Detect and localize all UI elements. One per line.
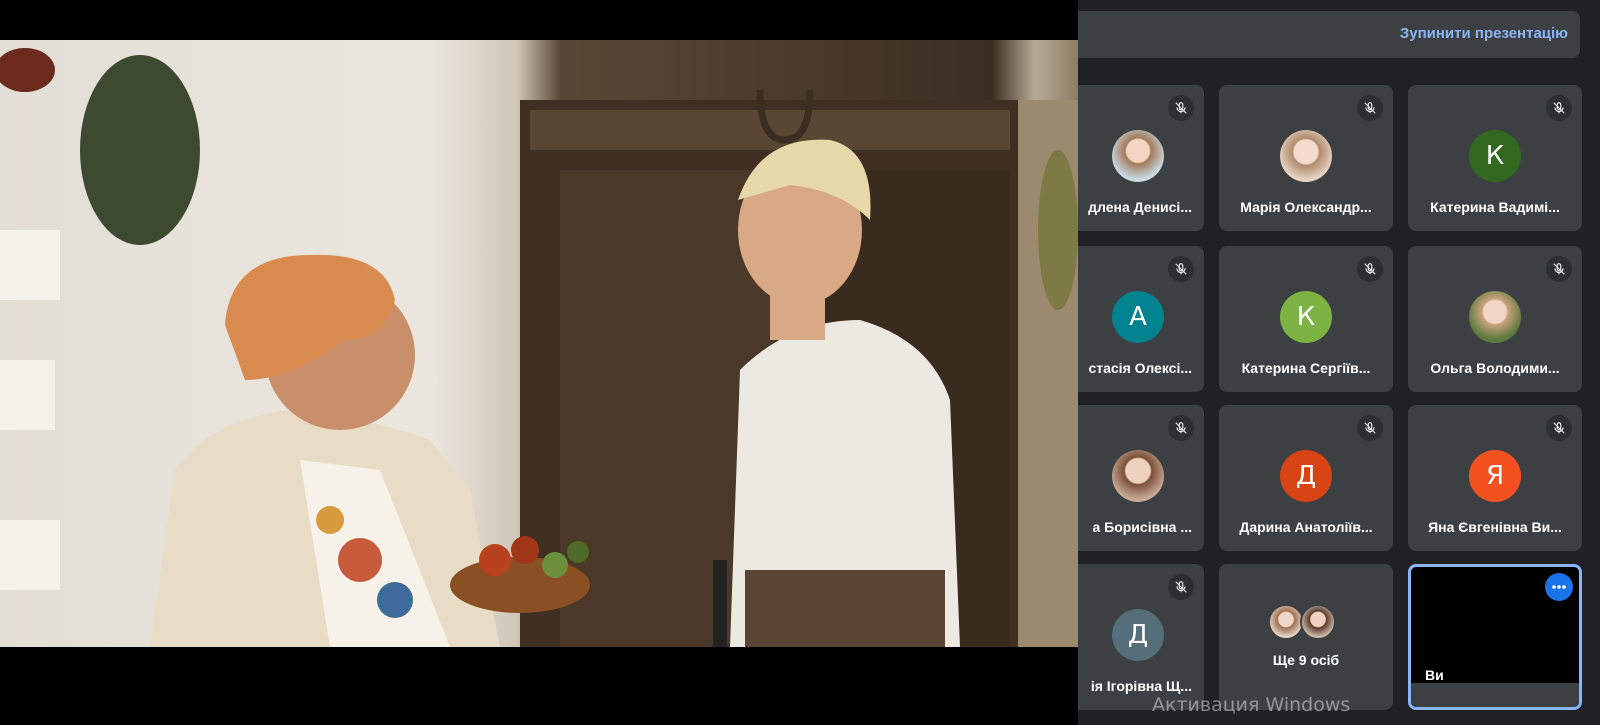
participant-name: длена Денисі...	[1088, 199, 1192, 215]
presentation-bar: Зупинити презентацію	[1078, 11, 1580, 58]
participant-initial-avatar: Д	[1280, 450, 1332, 502]
participant-tile[interactable]: К Катерина Вадимі...	[1408, 85, 1582, 231]
participant-name: Марія Олександр...	[1240, 199, 1372, 215]
stop-presentation-button[interactable]: Зупинити презентацію	[1400, 25, 1568, 42]
participants-panel: Зупинити презентацію длена Денисі... Мар…	[1078, 0, 1600, 725]
more-participants-label: Ще 9 осіб	[1272, 652, 1340, 668]
participant-name: Яна Євгенівна Ви...	[1428, 519, 1562, 535]
participant-name: Дарина Анатоліїв...	[1239, 519, 1373, 535]
participant-name: ія Ігорівна Щ...	[1090, 678, 1192, 694]
participant-initial-avatar: Я	[1469, 450, 1521, 502]
participant-avatar	[1300, 604, 1336, 640]
participant-tile[interactable]: Д ія Ігорівна Щ...	[1078, 564, 1204, 710]
participant-tile[interactable]: Ольга Володими...	[1408, 246, 1582, 392]
participant-name: Ольга Володими...	[1430, 360, 1560, 376]
mic-off-icon	[1546, 256, 1572, 282]
participant-tile[interactable]: Марія Олександр...	[1219, 85, 1393, 231]
self-tile-footer	[1411, 683, 1579, 707]
participant-avatar	[1112, 450, 1164, 502]
scene-illustration	[0, 48, 1078, 647]
participant-initial-avatar: Д	[1112, 609, 1164, 661]
mic-off-icon	[1168, 415, 1194, 441]
participant-tile[interactable]: Д Дарина Анатоліїв...	[1219, 405, 1393, 551]
participant-avatar	[1469, 291, 1521, 343]
participant-avatar	[1280, 130, 1332, 182]
mic-off-icon	[1168, 574, 1194, 600]
windows-activation-watermark: Активация Windows	[1152, 694, 1351, 716]
mic-off-icon	[1357, 95, 1383, 121]
more-participants-tile[interactable]: Ще 9 осіб	[1219, 564, 1393, 710]
participant-avatar	[1112, 130, 1164, 182]
mic-off-icon	[1357, 256, 1383, 282]
mic-off-icon	[1357, 415, 1383, 441]
more-options-button[interactable]	[1545, 573, 1573, 601]
participant-tile[interactable]: К Катерина Сергіїв...	[1219, 246, 1393, 392]
shared-screen-image	[0, 40, 1078, 647]
participant-avatar	[1268, 604, 1304, 640]
participant-name: стасія Олексі...	[1088, 360, 1192, 376]
participant-tile[interactable]: Я Яна Євгенівна Ви...	[1408, 405, 1582, 551]
participant-name: Катерина Сергіїв...	[1241, 360, 1371, 376]
participant-tile[interactable]: а Борисівна ...	[1078, 405, 1204, 551]
presentation-area	[0, 0, 1078, 725]
participant-tile[interactable]: длена Денисі...	[1078, 85, 1204, 231]
participant-tile[interactable]: А стасія Олексі...	[1078, 246, 1204, 392]
participant-name: а Борисівна ...	[1092, 519, 1192, 535]
more-participants-avatars	[1268, 604, 1344, 640]
mic-off-icon	[1168, 95, 1194, 121]
mic-off-icon	[1168, 256, 1194, 282]
participant-initial-avatar: К	[1469, 130, 1521, 182]
participant-initial-avatar: А	[1112, 291, 1164, 343]
self-view-tile[interactable]: Ви	[1408, 564, 1582, 710]
mic-off-icon	[1546, 95, 1572, 121]
more-options-icon	[1552, 585, 1566, 589]
participant-name: Катерина Вадимі...	[1430, 199, 1560, 215]
participant-initial-avatar: К	[1280, 291, 1332, 343]
self-name-label: Ви	[1425, 667, 1444, 683]
mic-off-icon	[1546, 415, 1572, 441]
